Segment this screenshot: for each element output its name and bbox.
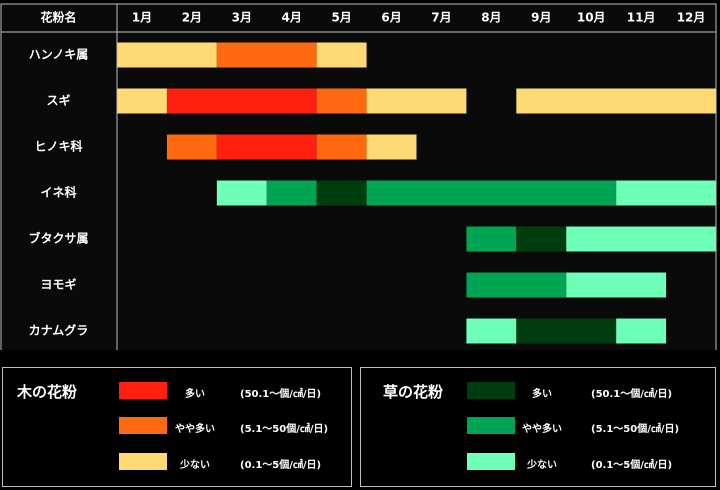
grass-mid-label: やや多い [522, 424, 562, 435]
tree-low-label: 少ない [180, 460, 210, 471]
tree-mid-swatch [119, 417, 167, 434]
month-label: 5月 [331, 11, 351, 25]
tree-mid-label: やや多い [175, 424, 215, 435]
pollen-bar-segment [616, 318, 667, 344]
month-label: 3月 [232, 11, 252, 25]
pollen-name-label: ブタクサ属 [28, 231, 88, 246]
pollen-bar-segment [316, 180, 367, 206]
pollen-bar-segment [216, 42, 317, 68]
pollen-bar-segment [566, 226, 716, 252]
month-label: 12月 [677, 11, 706, 25]
tree-legend-title: 木の花粉 [17, 383, 78, 401]
pollen-bar-segment [516, 88, 716, 114]
pollen-bar-segment [466, 272, 567, 298]
pollen-bar-segment [266, 180, 317, 206]
grass-low-range: (0.1～5個/㎠/日) [591, 460, 673, 471]
pollen-bar-segment [466, 226, 517, 252]
month-label: 8月 [481, 11, 501, 25]
tree-high-swatch [119, 382, 167, 399]
month-label: 4月 [282, 11, 302, 25]
tree-high-label: 多い [185, 389, 205, 400]
pollen-bar-segment [316, 88, 367, 114]
header-label: 花粉名 [40, 10, 76, 25]
grass-low-label: 少ない [527, 460, 557, 471]
month-label: 1月 [132, 11, 152, 25]
pollen-bar-segment [566, 272, 667, 298]
month-label: 6月 [381, 11, 401, 25]
grass-legend-title: 草の花粉 [383, 383, 444, 401]
pollen-bar-segment [516, 226, 567, 252]
tree-mid-range: (5.1～50個/㎠/日) [240, 424, 329, 435]
grass-high-range: (50.1～個/㎠/日) [591, 389, 673, 400]
tree-low-range: (0.1～5個/㎠/日) [240, 460, 322, 471]
pollen-bar-segment [216, 180, 267, 206]
tree-high-range: (50.1～個/㎠/日) [240, 389, 322, 400]
pollen-bar-segment [366, 180, 617, 206]
grass-mid-swatch [467, 417, 515, 434]
month-label: 7月 [431, 11, 451, 25]
grass-mid-range: (5.1～50個/㎠/日) [591, 424, 680, 435]
pollen-bar-segment [316, 134, 367, 160]
pollen-name-label: スギ [46, 93, 70, 108]
month-label: 9月 [531, 11, 551, 25]
tree-low-swatch [119, 453, 167, 470]
pollen-bar-segment [166, 88, 317, 114]
pollen-bar-segment [166, 134, 217, 160]
month-label: 11月 [627, 11, 656, 25]
pollen-bar-segment [316, 42, 367, 68]
pollen-bar-segment [616, 180, 716, 206]
pollen-bar-segment [366, 134, 417, 160]
pollen-name-label: カナムグラ [29, 323, 89, 338]
pollen-name-label: ヨモギ [40, 277, 76, 292]
pollen-bar-segment [117, 88, 167, 114]
pollen-bar-segment [366, 88, 467, 114]
grass-high-swatch [467, 382, 515, 399]
grass-pollen-legend: 草の花粉 多い (50.1～個/㎠/日) やや多い (5.1～50個/㎠/日) … [360, 367, 716, 487]
pollen-name-label: ハンノキ属 [29, 48, 88, 62]
pollen-name-label: ヒノキ科 [34, 139, 82, 154]
month-label: 10月 [577, 11, 606, 25]
pollen-bar-segment [117, 42, 217, 68]
pollen-bar-segment [466, 318, 517, 344]
pollen-name-label: イネ科 [40, 185, 76, 200]
pollen-bar-segment [516, 318, 617, 344]
pollen-calendar-chart: 花粉名 1月 2月 3月 4月 5月 6月 7月 8月 9月 10月 11月 12月ハンノキ属スギヒノキ… [0, 3, 717, 350]
grass-low-swatch [467, 453, 515, 470]
tree-pollen-legend: 木の花粉 多い (50.1～個/㎠/日) やや多い (5.1～50個/㎠/日) … [2, 367, 352, 487]
grass-high-label: 多い [532, 389, 552, 400]
month-label: 2月 [182, 11, 202, 25]
pollen-bar-segment [216, 134, 317, 160]
